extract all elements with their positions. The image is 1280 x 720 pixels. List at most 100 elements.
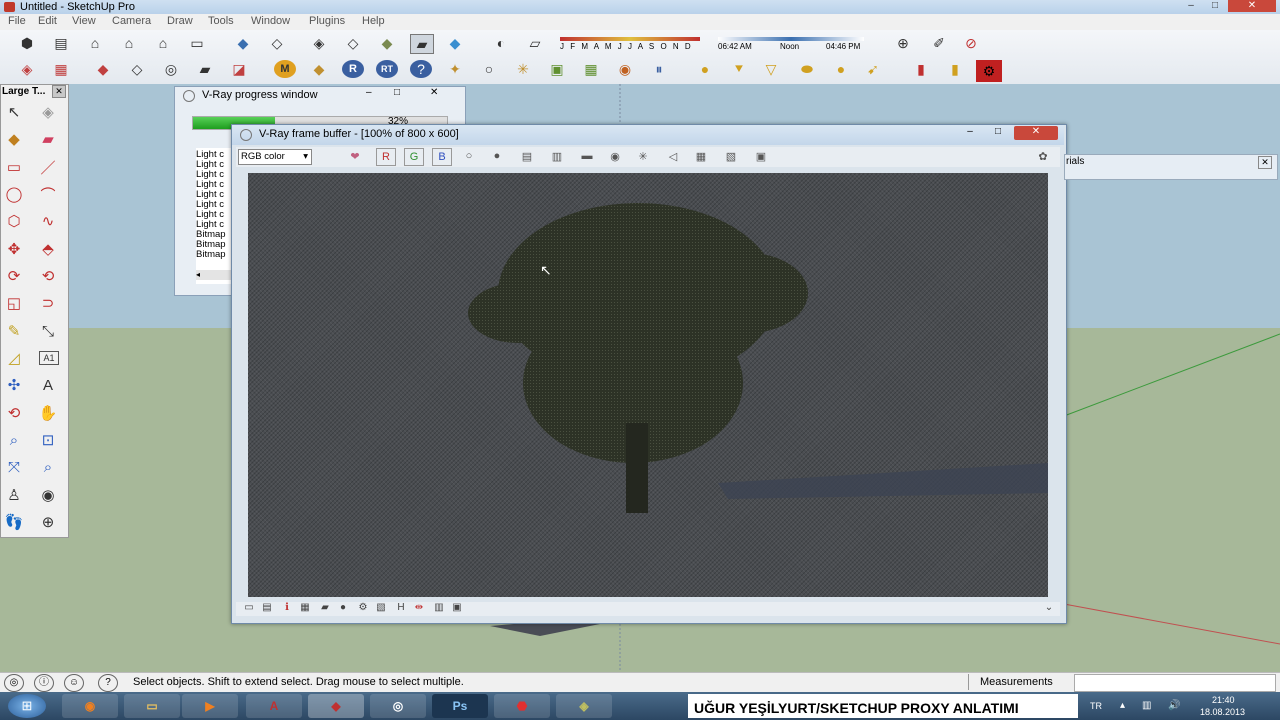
materials-close-button[interactable]: ✕ bbox=[1258, 156, 1272, 169]
zoom-extents-icon[interactable]: ⤧ bbox=[2, 456, 26, 478]
measurements-input[interactable] bbox=[1074, 674, 1276, 692]
push-pull-tool-icon[interactable]: ⬘ bbox=[36, 238, 60, 260]
wireframe-icon[interactable]: ◈ bbox=[308, 34, 330, 52]
vray-spot-light-icon[interactable]: ⯆ bbox=[728, 60, 750, 78]
save-image-icon[interactable]: ▤ bbox=[518, 148, 536, 164]
vray-export-icon[interactable]: ◪ bbox=[228, 60, 250, 78]
history-icon[interactable]: ◁ bbox=[664, 148, 682, 164]
vray-proxy-icon[interactable]: ▣ bbox=[546, 60, 568, 78]
position-camera-icon[interactable]: ⊕ bbox=[892, 34, 914, 52]
hidden-line-icon[interactable]: ◇ bbox=[342, 34, 364, 52]
progress-close-button[interactable]: ✕ bbox=[430, 87, 438, 98]
time-slider[interactable] bbox=[718, 37, 864, 41]
settings-gear-icon[interactable]: ⚙ bbox=[976, 60, 1002, 82]
move-tool-icon[interactable]: ✥ bbox=[2, 238, 26, 260]
red-channel-button[interactable]: R bbox=[376, 148, 396, 166]
menu-file[interactable]: File bbox=[8, 15, 26, 27]
vray-dome-light-icon[interactable]: ● bbox=[694, 60, 716, 78]
pixel-info-icon[interactable]: ▣ bbox=[752, 148, 770, 164]
month-slider[interactable] bbox=[560, 37, 700, 41]
menu-tools[interactable]: Tools bbox=[208, 15, 234, 27]
show-corrections-icon[interactable]: ▭ bbox=[242, 602, 256, 616]
color-correction-icon[interactable]: ▧ bbox=[722, 148, 740, 164]
walk-icon[interactable]: ✐ bbox=[928, 34, 950, 52]
vfb-maximize-button[interactable]: □ bbox=[986, 126, 1010, 140]
expand-icon[interactable]: ⌄ bbox=[1042, 602, 1056, 616]
progress-maximize-button[interactable]: □ bbox=[394, 87, 400, 98]
alpha-channel-icon[interactable]: ○ bbox=[460, 148, 478, 164]
green-channel-button[interactable]: G bbox=[404, 148, 424, 166]
circle-tool-icon[interactable]: ◯ bbox=[2, 183, 26, 205]
acrobat-taskbar-icon[interactable]: ⬣ bbox=[494, 694, 550, 718]
paint-tool-icon[interactable]: ◆ bbox=[2, 128, 26, 150]
shadow-months[interactable]: J F M A M J J A S O N D bbox=[560, 42, 693, 51]
vray-plane-icon[interactable]: ➹ bbox=[862, 60, 884, 78]
start-button[interactable]: ⊞ bbox=[8, 694, 46, 718]
walk-tool-icon[interactable]: 👣 bbox=[2, 511, 26, 533]
left-view-icon[interactable]: ▭ bbox=[186, 34, 208, 52]
user-icon[interactable]: ☺ bbox=[64, 674, 84, 692]
instructor-help-icon[interactable]: ? bbox=[98, 674, 118, 692]
lens-effects-icon[interactable]: ▦ bbox=[692, 148, 710, 164]
blue-channel-button[interactable]: B bbox=[432, 148, 452, 166]
menu-camera[interactable]: Camera bbox=[112, 15, 151, 27]
scale-tool-icon[interactable]: ◱ bbox=[2, 292, 26, 314]
menu-plugins[interactable]: Plugins bbox=[309, 15, 345, 27]
sample-paint-icon[interactable]: ▮ bbox=[944, 60, 966, 78]
vfb-minimize-button[interactable]: – bbox=[958, 126, 982, 140]
compare-icon[interactable]: ⇹ bbox=[412, 602, 426, 616]
tray-expand-icon[interactable]: ▴ bbox=[1120, 700, 1125, 711]
vray-r-icon[interactable]: R bbox=[342, 60, 364, 78]
look-around-icon[interactable]: ⊘ bbox=[960, 34, 982, 52]
back-view-icon[interactable]: ⌂ bbox=[152, 34, 174, 52]
pan-tool-icon[interactable]: ✋ bbox=[36, 402, 60, 424]
vray-rt-icon[interactable]: ◇ bbox=[126, 60, 148, 78]
channel-select[interactable]: RGB color ▾ bbox=[238, 149, 312, 165]
white-balance-icon[interactable]: ⚙ bbox=[356, 602, 370, 616]
vfb-close-button[interactable]: ✕ bbox=[1014, 126, 1058, 140]
line-tool-icon[interactable]: ／ bbox=[36, 156, 60, 178]
vray-sphere-light-icon[interactable]: ○ bbox=[478, 60, 500, 78]
top-view-icon[interactable]: ▤ bbox=[50, 34, 72, 52]
sketchup-taskbar-icon[interactable]: ◆ bbox=[308, 694, 364, 718]
photoshop-taskbar-icon[interactable]: Ps bbox=[432, 694, 488, 718]
menu-view[interactable]: View bbox=[72, 15, 96, 27]
load-image-icon[interactable]: ▥ bbox=[548, 148, 566, 164]
orbit-tool-icon[interactable]: ⟲ bbox=[2, 402, 26, 424]
shadow-settings-icon[interactable]: ◐ bbox=[490, 34, 512, 52]
vray-sun-icon[interactable]: ◉ bbox=[614, 60, 636, 78]
hue-icon[interactable]: ▧ bbox=[374, 602, 388, 616]
explorer-taskbar-icon[interactable]: ▭ bbox=[124, 694, 180, 718]
iso-view-icon[interactable]: ⬢ bbox=[16, 34, 38, 52]
menu-window[interactable]: Window bbox=[251, 15, 290, 27]
vray-light-icon[interactable]: ◆ bbox=[308, 60, 330, 78]
vfb-settings-icon[interactable]: ✿ bbox=[1034, 148, 1052, 164]
follow-me-tool-icon[interactable]: ⟲ bbox=[36, 265, 60, 287]
offset-tool-icon[interactable]: ⊃ bbox=[36, 292, 60, 314]
monochrome-icon[interactable]: ◆ bbox=[444, 34, 466, 52]
log-scrollbar[interactable]: ◂ bbox=[196, 270, 232, 280]
vray-m-icon[interactable]: M bbox=[274, 60, 296, 78]
dimension-tool-icon[interactable]: ⤡ bbox=[36, 320, 60, 342]
histogram-icon[interactable]: H bbox=[394, 602, 408, 616]
position-camera-tool-icon[interactable]: ♙ bbox=[2, 484, 26, 506]
shaded-icon[interactable]: ◆ bbox=[376, 34, 398, 52]
lut-icon[interactable]: ▥ bbox=[432, 602, 446, 616]
show-lens-icon[interactable]: ▤ bbox=[260, 602, 274, 616]
vray-pause-icon[interactable]: ⏸ bbox=[648, 60, 670, 78]
menu-draw[interactable]: Draw bbox=[167, 15, 193, 27]
xray-icon[interactable]: ◆ bbox=[232, 34, 254, 52]
close-button[interactable]: ✕ bbox=[1228, 0, 1276, 12]
display-shadows-icon[interactable]: ▱ bbox=[524, 34, 546, 52]
track-mouse-icon[interactable]: ❤ bbox=[346, 148, 364, 164]
info-icon[interactable]: ℹ bbox=[280, 602, 294, 616]
menu-edit[interactable]: Edit bbox=[38, 15, 57, 27]
credits-icon[interactable]: ⓘ bbox=[34, 674, 54, 692]
menu-help[interactable]: Help bbox=[362, 15, 385, 27]
vray-mesh-light-icon[interactable]: ⬬ bbox=[796, 60, 818, 78]
ocio-icon[interactable]: ▣ bbox=[450, 602, 464, 616]
network-icon[interactable]: ▥ bbox=[1142, 700, 1151, 711]
vray-fb-icon[interactable]: ▰ bbox=[194, 60, 216, 78]
vray-help-icon[interactable]: ? bbox=[410, 60, 432, 78]
vray-omni-light-icon[interactable]: ✦ bbox=[444, 60, 466, 78]
